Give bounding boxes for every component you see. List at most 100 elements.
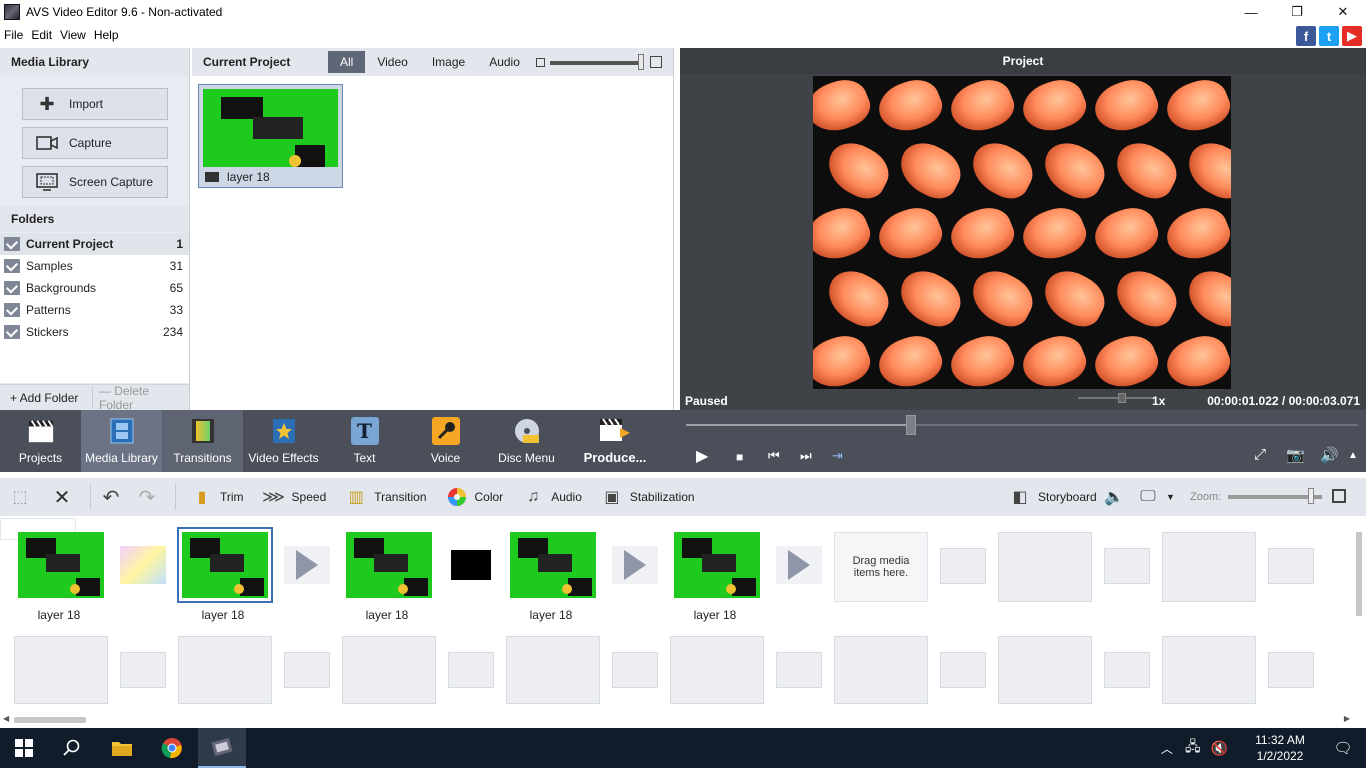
empty-clip-slot[interactable] bbox=[178, 636, 272, 704]
volume-muted-icon[interactable]: 🔇 bbox=[1211, 740, 1228, 757]
audio-button[interactable]: ♫ Audio bbox=[513, 482, 592, 512]
storyboard-transition[interactable] bbox=[776, 546, 822, 584]
empty-transition-slot[interactable] bbox=[120, 652, 166, 688]
empty-transition-slot[interactable] bbox=[612, 652, 658, 688]
storyboard-clip[interactable] bbox=[346, 532, 432, 598]
produce-button[interactable]: Produce... bbox=[567, 410, 663, 472]
empty-clip-slot[interactable] bbox=[998, 532, 1092, 602]
next-frame-icon[interactable]: ⏭ bbox=[800, 448, 812, 464]
storyboard-transition[interactable] bbox=[448, 546, 494, 584]
snapshot-icon[interactable]: 📷 bbox=[1286, 446, 1305, 464]
video-effects-button[interactable]: Video Effects bbox=[243, 410, 324, 472]
facebook-icon[interactable]: f bbox=[1296, 26, 1316, 46]
maximize-button[interactable]: ❐ bbox=[1274, 0, 1320, 24]
display-options-button[interactable]: 🖵 ▼ bbox=[1134, 482, 1179, 512]
previous-frame-icon[interactable]: ⏮ bbox=[768, 448, 780, 464]
folder-backgrounds[interactable]: Backgrounds 65 bbox=[0, 277, 189, 299]
select-all-button[interactable]: ⬚ bbox=[0, 482, 48, 512]
scrollbar-thumb[interactable] bbox=[14, 717, 86, 723]
filter-video[interactable]: Video bbox=[365, 51, 419, 73]
empty-transition-slot[interactable] bbox=[1268, 652, 1314, 688]
filter-audio[interactable]: Audio bbox=[477, 51, 532, 73]
disc-menu-button[interactable]: Disc Menu bbox=[486, 410, 567, 472]
storyboard-horizontal-scrollbar[interactable]: ◀ ▶ bbox=[0, 712, 1352, 726]
chrome-icon[interactable] bbox=[148, 728, 196, 768]
color-button[interactable]: Color bbox=[437, 482, 514, 512]
slider-thumb[interactable] bbox=[638, 54, 644, 70]
empty-clip-slot[interactable] bbox=[342, 636, 436, 704]
stop-icon[interactable]: ■ bbox=[736, 450, 743, 464]
avs-video-editor-icon[interactable] bbox=[198, 728, 246, 768]
storyboard-clip[interactable] bbox=[510, 532, 596, 598]
search-icon[interactable] bbox=[48, 728, 96, 768]
delete-folder-button[interactable]: — Delete Folder bbox=[93, 384, 189, 412]
storyboard-clip[interactable] bbox=[18, 532, 104, 598]
empty-transition-slot[interactable] bbox=[940, 652, 986, 688]
screen-capture-button[interactable]: Screen Capture bbox=[22, 166, 168, 198]
file-explorer-icon[interactable] bbox=[98, 728, 146, 768]
speed-slider-thumb[interactable] bbox=[1118, 393, 1126, 403]
folder-patterns[interactable]: Patterns 33 bbox=[0, 299, 189, 321]
folder-stickers[interactable]: Stickers 234 bbox=[0, 321, 189, 343]
drop-zone[interactable]: Drag media items here. bbox=[834, 532, 928, 602]
speed-slider-track[interactable] bbox=[1078, 397, 1154, 399]
zoom-slider-thumb[interactable] bbox=[1308, 488, 1314, 504]
minimize-button[interactable]: — bbox=[1228, 0, 1274, 24]
storyboard-toggle[interactable]: ◧ Storyboard bbox=[1000, 482, 1107, 512]
capture-button[interactable]: Capture bbox=[22, 127, 168, 159]
scroll-left-icon[interactable]: ◀ bbox=[3, 714, 9, 723]
close-button[interactable]: ✕ bbox=[1320, 0, 1366, 24]
speed-button[interactable]: ⋙ Speed bbox=[254, 482, 337, 512]
empty-clip-slot[interactable] bbox=[1162, 636, 1256, 704]
video-preview[interactable] bbox=[813, 76, 1231, 389]
transitions-button[interactable]: Transitions bbox=[162, 410, 243, 472]
slider-track[interactable] bbox=[550, 61, 644, 65]
menu-edit[interactable]: Edit bbox=[27, 28, 56, 42]
media-item[interactable]: layer 18 bbox=[198, 84, 343, 188]
stabilization-button[interactable]: ▣ Stabilization bbox=[592, 482, 705, 512]
network-icon[interactable]: 🖧 bbox=[1185, 736, 1201, 760]
storyboard-transition[interactable] bbox=[612, 546, 658, 584]
empty-clip-slot[interactable] bbox=[506, 636, 600, 704]
chevron-up-icon[interactable]: ︿ bbox=[1161, 740, 1173, 757]
delete-button[interactable]: ✕ bbox=[48, 482, 84, 512]
storyboard-vertical-scrollbar[interactable] bbox=[1354, 518, 1366, 712]
menu-file[interactable]: File bbox=[0, 28, 27, 42]
add-folder-button[interactable]: + Add Folder bbox=[4, 386, 93, 409]
folder-samples[interactable]: Samples 31 bbox=[0, 255, 189, 277]
empty-clip-slot[interactable] bbox=[1162, 532, 1256, 602]
media-library-button[interactable]: Media Library bbox=[81, 410, 162, 472]
volume-icon[interactable]: 🔊 bbox=[1320, 446, 1339, 464]
fullscreen-icon[interactable]: ⤢ bbox=[1254, 446, 1266, 463]
storyboard-transition[interactable] bbox=[120, 546, 166, 584]
empty-clip-slot[interactable] bbox=[834, 636, 928, 704]
empty-clip-slot[interactable] bbox=[670, 636, 764, 704]
collapse-icon[interactable]: ▲ bbox=[1348, 450, 1358, 461]
import-button[interactable]: ✚ Import bbox=[22, 88, 168, 120]
filter-all[interactable]: All bbox=[328, 51, 366, 73]
storyboard-clip[interactable] bbox=[177, 527, 273, 603]
storyboard-transition[interactable] bbox=[284, 546, 330, 584]
empty-transition-slot[interactable] bbox=[1268, 548, 1314, 584]
empty-clip-slot[interactable] bbox=[14, 636, 108, 704]
youtube-icon[interactable]: ▶ bbox=[1342, 26, 1362, 46]
audio-mixer-button[interactable]: 🔈 bbox=[1100, 482, 1136, 512]
text-button[interactable]: T Text bbox=[324, 410, 405, 472]
empty-transition-slot[interactable] bbox=[448, 652, 494, 688]
notifications-icon[interactable]: 🗨 bbox=[1320, 739, 1366, 757]
empty-transition-slot[interactable] bbox=[1104, 548, 1150, 584]
small-thumbnails-icon[interactable] bbox=[536, 58, 545, 67]
clock[interactable]: 11:32 AM 1/2/2022 bbox=[1240, 732, 1320, 764]
empty-transition-slot[interactable] bbox=[940, 548, 986, 584]
projects-button[interactable]: Projects bbox=[0, 410, 81, 472]
play-icon[interactable]: ▶ bbox=[696, 446, 708, 466]
empty-transition-slot[interactable] bbox=[776, 652, 822, 688]
scrollbar-thumb[interactable] bbox=[1356, 532, 1362, 616]
redo-button[interactable]: ↷ bbox=[133, 482, 169, 512]
large-thumbnails-icon[interactable] bbox=[650, 56, 662, 68]
twitter-icon[interactable]: t bbox=[1319, 26, 1339, 46]
windows-start-icon[interactable] bbox=[0, 728, 48, 768]
trim-button[interactable]: ▮ Trim bbox=[182, 482, 254, 512]
transition-button[interactable]: ▥ Transition bbox=[336, 482, 436, 512]
split-icon[interactable]: ⇥ bbox=[832, 448, 843, 464]
